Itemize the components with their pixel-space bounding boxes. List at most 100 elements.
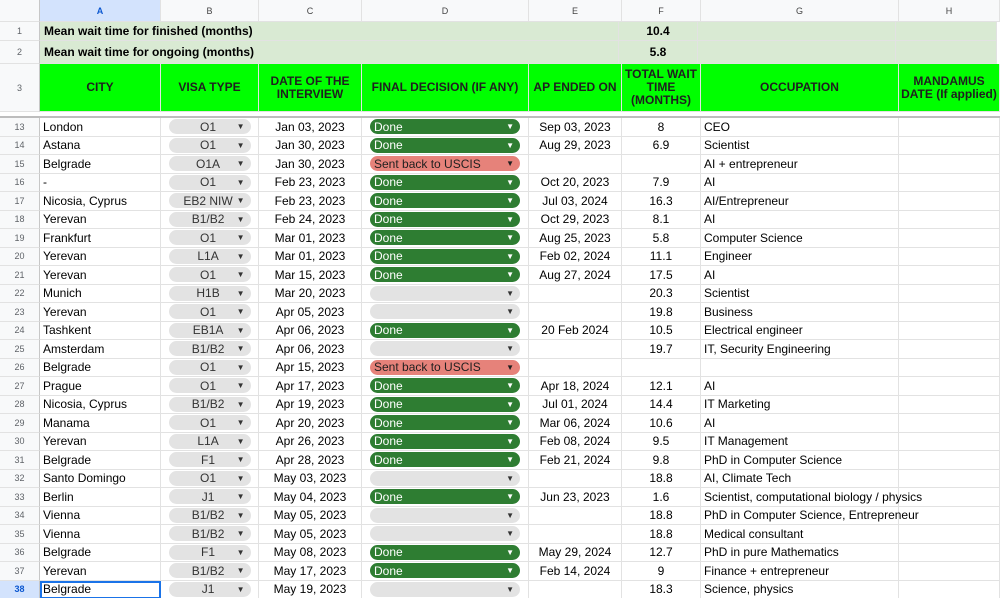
row-number[interactable]: 16 — [0, 173, 40, 192]
visa-type-dropdown[interactable]: O1A ▼ — [168, 156, 251, 172]
ap-ended-cell[interactable]: 20 Feb 2024 — [529, 321, 622, 340]
final-decision-dropdown[interactable]: Done ▼ — [370, 489, 520, 505]
header-mandamus-date[interactable]: MANDAMUS DATE (If applied) — [899, 64, 1000, 112]
occupation-cell[interactable]: Finance + entrepreneur — [701, 562, 899, 581]
visa-type-dropdown[interactable]: F1 ▼ — [168, 544, 251, 560]
final-decision-cell[interactable]: ▼ — [362, 303, 529, 322]
occupation-cell[interactable]: IT Management — [701, 432, 899, 451]
final-decision-dropdown[interactable]: Done ▼ — [370, 415, 520, 431]
mandamus-cell[interactable] — [899, 525, 1000, 544]
visa-type-dropdown[interactable]: L1A ▼ — [168, 433, 251, 449]
ap-ended-cell[interactable]: Feb 08, 2024 — [529, 432, 622, 451]
final-decision-cell[interactable]: ▼ — [362, 469, 529, 488]
occupation-cell[interactable]: IT Marketing — [701, 395, 899, 414]
final-decision-cell[interactable]: ▼ — [362, 580, 529, 598]
total-wait-cell[interactable]: 9.8 — [622, 451, 701, 470]
final-decision-dropdown[interactable]: Done ▼ — [370, 267, 520, 283]
final-decision-cell[interactable]: Sent back to USCIS ▼ — [362, 358, 529, 377]
visa-type-cell[interactable]: B1/B2 ▼ — [161, 395, 259, 414]
header-final-decision[interactable]: FINAL DECISION (IF ANY) — [362, 64, 529, 112]
final-decision-dropdown[interactable]: Done ▼ — [370, 378, 520, 394]
visa-type-cell[interactable]: L1A ▼ — [161, 432, 259, 451]
ap-ended-cell[interactable]: Oct 29, 2023 — [529, 210, 622, 229]
interview-date-cell[interactable]: May 03, 2023 — [259, 469, 362, 488]
ap-ended-cell[interactable]: Jul 03, 2024 — [529, 192, 622, 211]
interview-date-cell[interactable]: Jan 03, 2023 — [259, 118, 362, 137]
ap-ended-cell[interactable]: Jun 23, 2023 — [529, 488, 622, 507]
mandamus-cell[interactable] — [899, 284, 1000, 303]
final-decision-dropdown[interactable]: Done ▼ — [370, 211, 520, 227]
final-decision-cell[interactable]: Done ▼ — [362, 173, 529, 192]
row-number[interactable]: 36 — [0, 543, 40, 562]
final-decision-dropdown[interactable]: Done ▼ — [370, 433, 520, 449]
mandamus-cell[interactable] — [899, 118, 1000, 137]
interview-date-cell[interactable]: Jan 30, 2023 — [259, 136, 362, 155]
visa-type-dropdown[interactable]: B1/B2 ▼ — [168, 396, 251, 412]
city-cell[interactable]: Frankfurt — [40, 229, 161, 248]
interview-date-cell[interactable]: Mar 01, 2023 — [259, 229, 362, 248]
ap-ended-cell[interactable]: Feb 21, 2024 — [529, 451, 622, 470]
row-number[interactable]: 28 — [0, 395, 40, 414]
row-number[interactable]: 19 — [0, 229, 40, 248]
ap-ended-cell[interactable]: Feb 14, 2024 — [529, 562, 622, 581]
occupation-cell[interactable]: PhD in Computer Science, Entrepreneur — [701, 506, 919, 525]
visa-type-cell[interactable]: O1 ▼ — [161, 414, 259, 433]
row-number[interactable]: 27 — [0, 377, 40, 396]
ap-ended-cell[interactable]: Aug 27, 2024 — [529, 266, 622, 285]
mandamus-cell[interactable] — [899, 580, 1000, 598]
row-number[interactable]: 14 — [0, 136, 40, 155]
occupation-cell[interactable]: Science, physics — [701, 580, 899, 598]
city-cell[interactable]: Belgrade — [40, 358, 161, 377]
interview-date-cell[interactable]: Mar 20, 2023 — [259, 284, 362, 303]
ap-ended-cell[interactable]: Jul 01, 2024 — [529, 395, 622, 414]
interview-date-cell[interactable]: Feb 23, 2023 — [259, 192, 362, 211]
final-decision-cell[interactable]: ▼ — [362, 525, 529, 544]
total-wait-cell[interactable]: 7.9 — [622, 173, 701, 192]
visa-type-cell[interactable]: B1/B2 ▼ — [161, 506, 259, 525]
mandamus-cell[interactable] — [899, 155, 1000, 174]
total-wait-cell[interactable]: 19.7 — [622, 340, 701, 359]
mandamus-cell[interactable] — [899, 136, 1000, 155]
interview-date-cell[interactable]: May 04, 2023 — [259, 488, 362, 507]
ap-ended-cell[interactable]: Aug 25, 2023 — [529, 229, 622, 248]
ap-ended-cell[interactable] — [529, 340, 622, 359]
final-decision-cell[interactable]: Done ▼ — [362, 543, 529, 562]
occupation-cell[interactable]: Electrical engineer — [701, 321, 899, 340]
visa-type-dropdown[interactable]: O1 ▼ — [168, 304, 251, 320]
final-decision-dropdown[interactable]: ▼ — [370, 507, 520, 523]
final-decision-dropdown[interactable]: ▼ — [370, 285, 520, 301]
visa-type-cell[interactable]: J1 ▼ — [161, 580, 259, 598]
row-number[interactable]: 29 — [0, 414, 40, 433]
ap-ended-cell[interactable] — [529, 469, 622, 488]
visa-type-cell[interactable]: J1 ▼ — [161, 488, 259, 507]
mandamus-cell[interactable] — [899, 321, 1000, 340]
city-cell[interactable]: Belgrade — [40, 580, 161, 598]
city-cell[interactable]: Munich — [40, 284, 161, 303]
city-cell[interactable]: Nicosia, Cyprus — [40, 192, 161, 211]
interview-date-cell[interactable]: Apr 20, 2023 — [259, 414, 362, 433]
mandamus-cell[interactable] — [899, 210, 1000, 229]
row-number[interactable]: 21 — [0, 266, 40, 285]
city-cell[interactable]: Manama — [40, 414, 161, 433]
final-decision-cell[interactable]: Done ▼ — [362, 562, 529, 581]
mandamus-cell[interactable] — [899, 414, 1000, 433]
city-cell[interactable]: Vienna — [40, 506, 161, 525]
final-decision-cell[interactable]: Done ▼ — [362, 192, 529, 211]
occupation-cell[interactable]: Engineer — [701, 247, 899, 266]
row-number[interactable]: 24 — [0, 321, 40, 340]
mandamus-cell[interactable] — [899, 488, 1000, 507]
occupation-cell[interactable]: AI — [701, 266, 899, 285]
row-number[interactable]: 2 — [0, 41, 40, 64]
interview-date-cell[interactable]: Apr 19, 2023 — [259, 395, 362, 414]
mandamus-cell[interactable] — [899, 377, 1000, 396]
row-number[interactable]: 25 — [0, 340, 40, 359]
mandamus-cell[interactable] — [899, 395, 1000, 414]
city-cell[interactable]: Nicosia, Cyprus — [40, 395, 161, 414]
row-number[interactable]: 13 — [0, 118, 40, 137]
row-number[interactable]: 23 — [0, 303, 40, 322]
visa-type-cell[interactable]: L1A ▼ — [161, 247, 259, 266]
cell[interactable] — [698, 41, 896, 64]
visa-type-dropdown[interactable]: B1/B2 ▼ — [168, 211, 251, 227]
total-wait-cell[interactable]: 16.3 — [622, 192, 701, 211]
visa-type-dropdown[interactable]: L1A ▼ — [168, 248, 251, 264]
